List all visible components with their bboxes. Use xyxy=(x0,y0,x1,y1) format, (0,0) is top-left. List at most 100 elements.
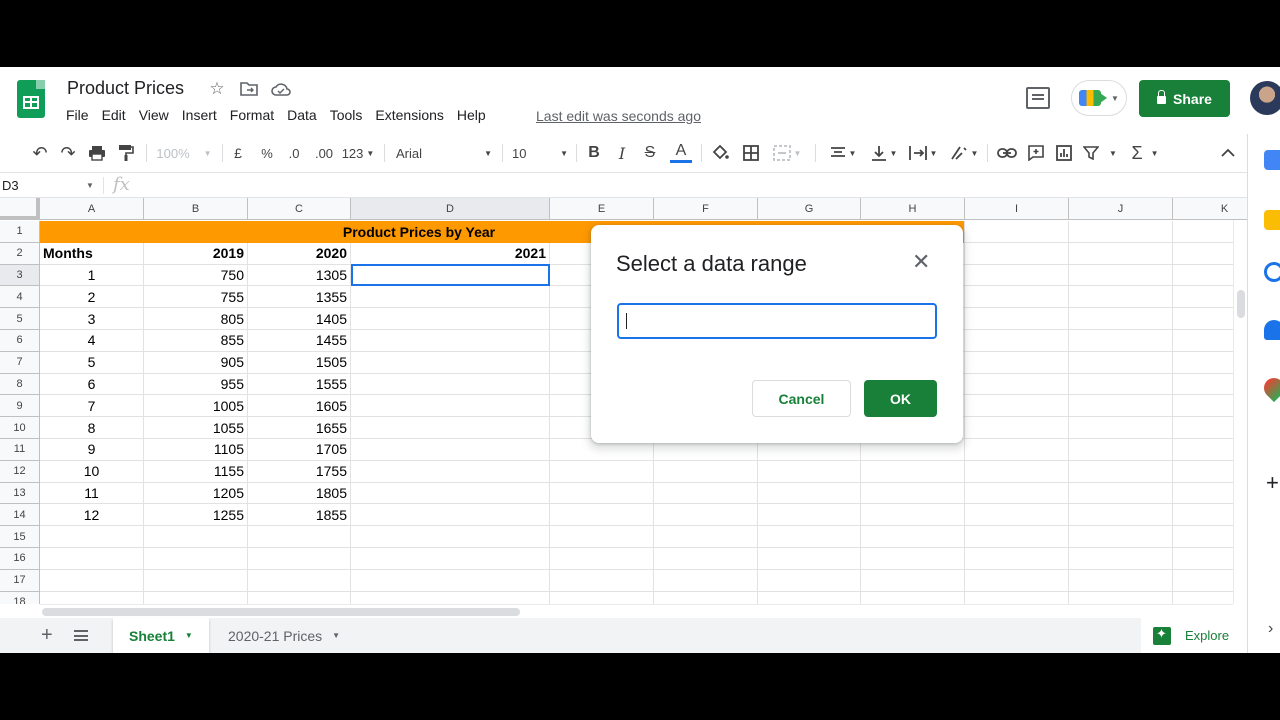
cell[interactable] xyxy=(550,482,654,505)
ok-button[interactable]: OK xyxy=(864,380,937,417)
cell[interactable] xyxy=(351,308,550,330)
cell[interactable] xyxy=(144,569,248,592)
cell[interactable] xyxy=(861,482,965,505)
data-cell[interactable]: 1405 xyxy=(248,308,351,330)
zoom-select[interactable]: 100% ▼ xyxy=(156,134,212,172)
row-header-1[interactable]: 1 xyxy=(0,221,40,243)
cell[interactable] xyxy=(550,569,654,592)
cell[interactable] xyxy=(40,591,144,604)
column-header-k[interactable]: K xyxy=(1173,198,1247,220)
menu-edit[interactable]: Edit xyxy=(102,107,137,123)
cell[interactable] xyxy=(351,526,550,548)
calendar-icon[interactable] xyxy=(1264,150,1280,170)
cell[interactable] xyxy=(351,460,550,483)
cell[interactable] xyxy=(758,460,861,483)
column-header-c[interactable]: C xyxy=(248,198,351,220)
cell[interactable] xyxy=(1069,286,1173,309)
cell[interactable] xyxy=(758,548,861,570)
avatar[interactable] xyxy=(1250,81,1280,115)
cancel-button[interactable]: Cancel xyxy=(752,380,851,417)
percent-format-button[interactable]: % xyxy=(258,134,276,172)
menu-view[interactable]: View xyxy=(139,107,180,123)
row-header-15[interactable]: 15 xyxy=(0,526,40,548)
star-icon[interactable]: ☆ xyxy=(207,79,227,99)
cell[interactable] xyxy=(1069,264,1173,287)
cell[interactable] xyxy=(965,482,1069,505)
font-select[interactable]: Arial ▼ xyxy=(396,134,492,172)
data-cell[interactable]: 1505 xyxy=(248,351,351,374)
menu-tools[interactable]: Tools xyxy=(330,107,374,123)
comment-history-icon[interactable] xyxy=(1026,87,1050,109)
data-cell[interactable]: 1455 xyxy=(248,330,351,352)
cell[interactable] xyxy=(1069,439,1173,461)
cell[interactable] xyxy=(1069,417,1173,439)
cell[interactable] xyxy=(861,569,965,592)
data-cell[interactable]: 6 xyxy=(40,373,144,396)
cell[interactable] xyxy=(351,286,550,309)
merge-cells-icon[interactable]: ▼ xyxy=(770,134,804,172)
row-header-9[interactable]: 9 xyxy=(0,395,40,418)
vertical-align-icon[interactable]: ▼ xyxy=(867,134,901,172)
cell[interactable] xyxy=(351,351,550,374)
cell[interactable] xyxy=(1069,482,1173,505)
cell[interactable] xyxy=(40,569,144,592)
cell[interactable] xyxy=(1069,242,1173,265)
all-sheets-icon[interactable] xyxy=(74,630,88,641)
cell[interactable] xyxy=(861,548,965,570)
data-cell[interactable]: 805 xyxy=(144,308,248,330)
cell[interactable] xyxy=(248,526,351,548)
cell[interactable] xyxy=(1069,460,1173,483)
data-cell[interactable]: 755 xyxy=(144,286,248,309)
more-formats-button[interactable]: 123 ▼ xyxy=(341,134,375,172)
header-cell[interactable]: 2021 xyxy=(351,242,550,265)
cell[interactable] xyxy=(861,591,965,604)
row-header-17[interactable]: 17 xyxy=(0,569,40,592)
data-cell[interactable]: 9 xyxy=(40,439,144,461)
cell[interactable] xyxy=(550,526,654,548)
cell[interactable] xyxy=(1069,373,1173,396)
cell[interactable] xyxy=(965,569,1069,592)
close-icon[interactable]: ✕ xyxy=(912,250,930,274)
document-title[interactable]: Product Prices xyxy=(67,78,184,99)
cell[interactable] xyxy=(1069,526,1173,548)
cell[interactable] xyxy=(248,569,351,592)
data-cell[interactable]: 1105 xyxy=(144,439,248,461)
data-cell[interactable]: 855 xyxy=(144,330,248,352)
row-header-3[interactable]: 3 xyxy=(0,264,40,287)
sheets-logo-icon[interactable] xyxy=(17,80,45,118)
tasks-icon[interactable] xyxy=(1264,262,1280,282)
data-cell[interactable]: 955 xyxy=(144,373,248,396)
contacts-icon[interactable] xyxy=(1264,320,1280,340)
row-header-12[interactable]: 12 xyxy=(0,460,40,483)
cell[interactable] xyxy=(550,591,654,604)
horizontal-align-icon[interactable]: ▼ xyxy=(826,134,860,172)
header-cell[interactable]: 2020 xyxy=(248,242,351,265)
cell[interactable] xyxy=(965,417,1069,439)
text-color-icon[interactable]: A xyxy=(669,134,693,172)
row-header-13[interactable]: 13 xyxy=(0,482,40,505)
cell[interactable] xyxy=(654,482,758,505)
share-button[interactable]: Share xyxy=(1139,80,1230,117)
cell[interactable] xyxy=(1069,308,1173,330)
insert-link-icon[interactable] xyxy=(996,134,1018,172)
increase-decimal-button[interactable]: .00 xyxy=(312,134,336,172)
insert-comment-icon[interactable] xyxy=(1025,134,1047,172)
cell[interactable] xyxy=(550,504,654,527)
cell[interactable] xyxy=(965,264,1069,287)
cell[interactable] xyxy=(965,395,1069,418)
cell[interactable] xyxy=(758,591,861,604)
cell[interactable] xyxy=(351,591,550,604)
maps-icon[interactable] xyxy=(1259,373,1280,403)
cell[interactable] xyxy=(758,569,861,592)
undo-icon[interactable]: ↶ xyxy=(30,134,50,172)
cell[interactable] xyxy=(351,417,550,439)
cell[interactable] xyxy=(965,591,1069,604)
decrease-decimal-button[interactable]: .0 xyxy=(284,134,304,172)
insert-chart-icon[interactable] xyxy=(1053,134,1075,172)
cell[interactable] xyxy=(758,482,861,505)
cell[interactable] xyxy=(351,439,550,461)
cell[interactable] xyxy=(965,504,1069,527)
cell[interactable] xyxy=(965,242,1069,265)
select-all-corner[interactable] xyxy=(0,198,40,220)
row-header-14[interactable]: 14 xyxy=(0,504,40,527)
